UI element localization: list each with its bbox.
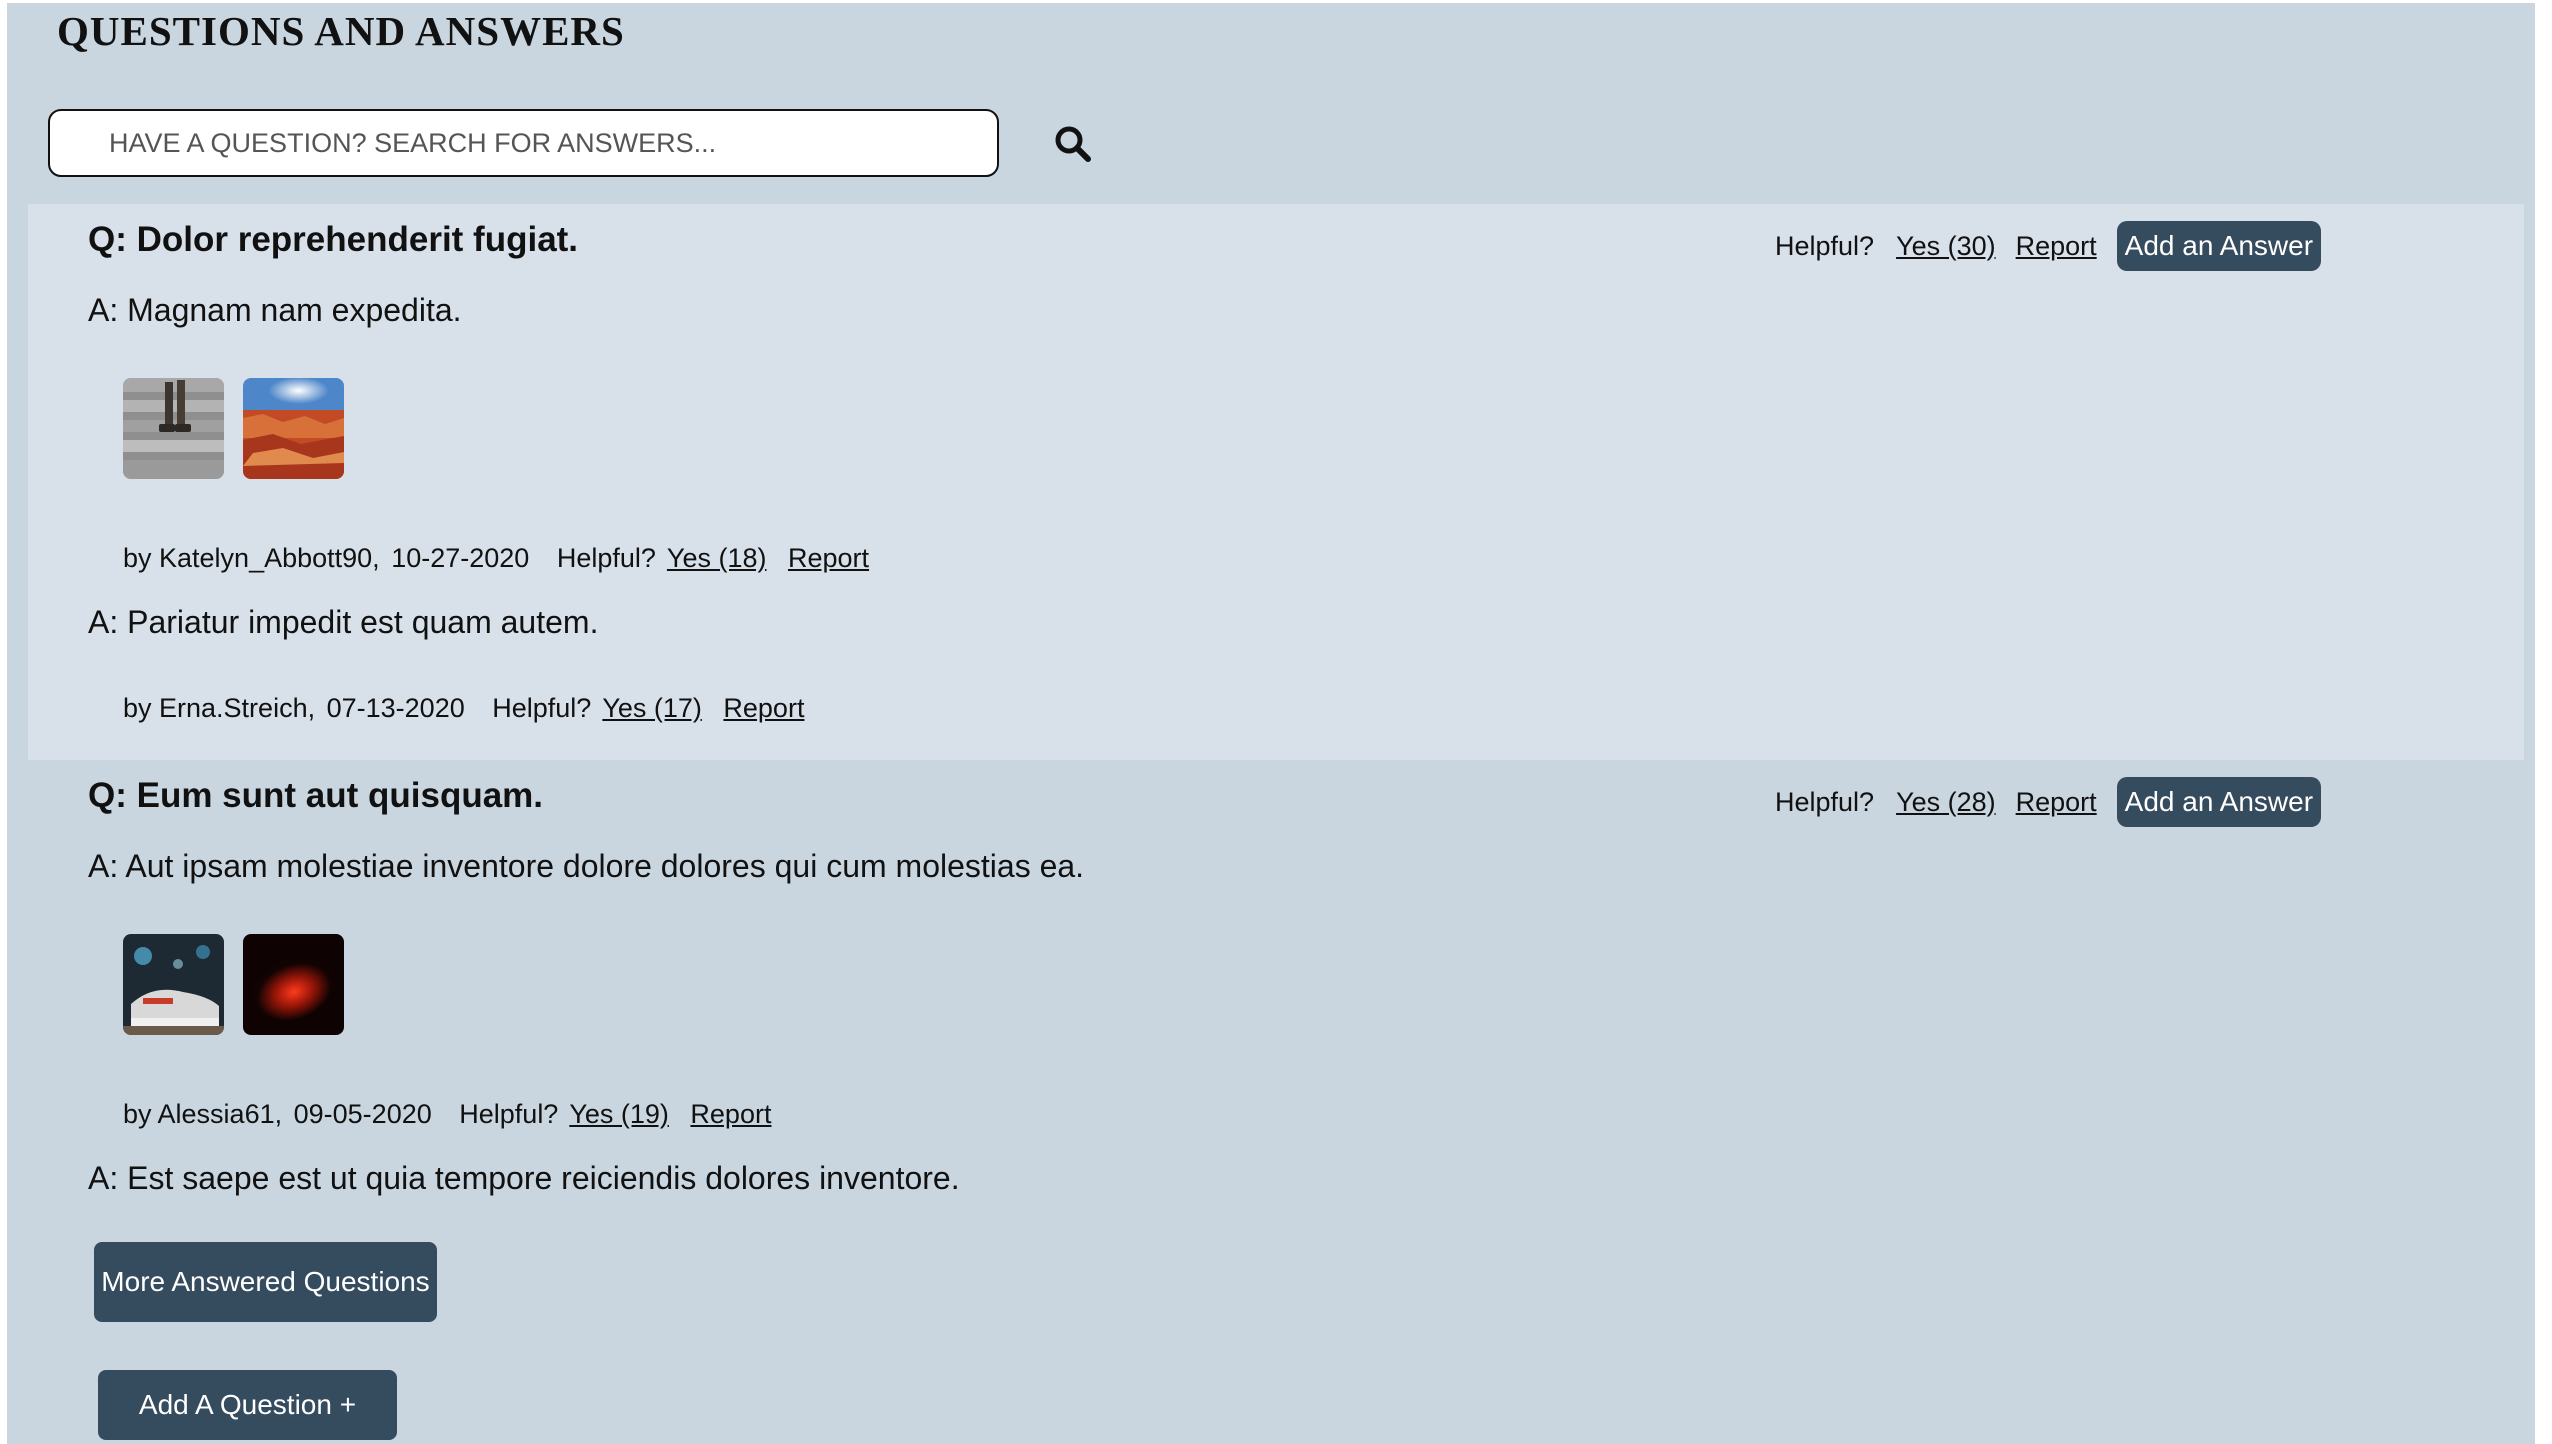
answer-text: A: Pariatur impedit est quam autem. <box>88 604 599 640</box>
answer-text: A: Est saepe est ut quia tempore reicien… <box>88 1160 960 1196</box>
search-icon[interactable] <box>1054 125 1092 163</box>
answer-helpful-label: Helpful? <box>556 543 656 573</box>
answer-date: 10-27-2020 <box>391 543 530 573</box>
add-answer-button[interactable]: Add an Answer <box>2116 777 2322 827</box>
question-helpful-label: Helpful? <box>1775 786 1875 817</box>
qa-section: QUESTIONS AND ANSWERS Q: Dolor reprehend… <box>7 3 2535 1444</box>
add-question-button[interactable]: Add A Question + <box>98 1370 397 1440</box>
question-helpful-yes-link[interactable]: Yes (28) <box>1896 787 1996 818</box>
answer-photo-thumbnail[interactable] <box>123 934 224 1035</box>
answer-text: A: Magnam nam expedita. <box>88 292 462 328</box>
question-item: Q: Dolor reprehenderit fugiat. Helpful? … <box>28 204 2524 760</box>
answer-date: 09-05-2020 <box>293 1099 432 1129</box>
question-text: Q: Eum sunt aut quisquam. <box>88 776 544 815</box>
answer-text: A: Aut ipsam molestiae inventore dolore … <box>88 848 1085 884</box>
sneaker-night-photo <box>123 934 224 1035</box>
question-report-link[interactable]: Report <box>2016 787 2097 818</box>
add-answer-button[interactable]: Add an Answer <box>2116 221 2322 271</box>
question-actions: Helpful? Yes (30) Report Add an Answer <box>1775 221 2322 271</box>
question-report-link[interactable]: Report <box>2016 231 2097 262</box>
answer-photo-thumbnail[interactable] <box>243 378 344 479</box>
red-glow-photo <box>243 934 344 1035</box>
search-input[interactable] <box>48 109 999 177</box>
answer-meta: by Erna.Streich, 07-13-2020 Helpful? Yes… <box>123 693 818 724</box>
more-answered-questions-button[interactable]: More Answered Questions <box>94 1242 437 1322</box>
answer-helpful-yes-link[interactable]: Yes (19) <box>569 1099 669 1129</box>
answer-helpful-label: Helpful? <box>459 1099 559 1129</box>
answer-report-link[interactable]: Report <box>788 543 869 573</box>
answer-meta: by Katelyn_Abbott90, 10-27-2020 Helpful?… <box>123 543 883 574</box>
question-text: Q: Dolor reprehenderit fugiat. <box>88 220 579 259</box>
question-item: Q: Eum sunt aut quisquam. Helpful? Yes (… <box>28 760 2524 1255</box>
answer-photo-thumbnail[interactable] <box>243 934 344 1035</box>
answer-helpful-yes-link[interactable]: Yes (17) <box>602 693 702 723</box>
answer-author: by Katelyn_Abbott90, <box>123 543 380 573</box>
answer-author: by Alessia61, <box>123 1099 283 1129</box>
stairs-boots-photo <box>123 378 224 479</box>
answer-date: 07-13-2020 <box>326 693 465 723</box>
answer-author: by Erna.Streich, <box>123 693 316 723</box>
answer-meta: by Alessia61, 09-05-2020 Helpful? Yes (1… <box>123 1099 785 1130</box>
question-helpful-label: Helpful? <box>1775 230 1875 261</box>
answer-photos <box>123 934 344 1035</box>
answer-helpful-label: Helpful? <box>492 693 592 723</box>
answer-report-link[interactable]: Report <box>723 693 804 723</box>
question-helpful-yes-link[interactable]: Yes (30) <box>1896 231 1996 262</box>
canyon-sunset-photo <box>243 378 344 479</box>
question-actions: Helpful? Yes (28) Report Add an Answer <box>1775 777 2322 827</box>
answer-report-link[interactable]: Report <box>690 1099 771 1129</box>
answer-helpful-yes-link[interactable]: Yes (18) <box>667 543 767 573</box>
page-title: QUESTIONS AND ANSWERS <box>57 8 625 54</box>
answer-photo-thumbnail[interactable] <box>123 378 224 479</box>
answer-photos <box>123 378 344 479</box>
